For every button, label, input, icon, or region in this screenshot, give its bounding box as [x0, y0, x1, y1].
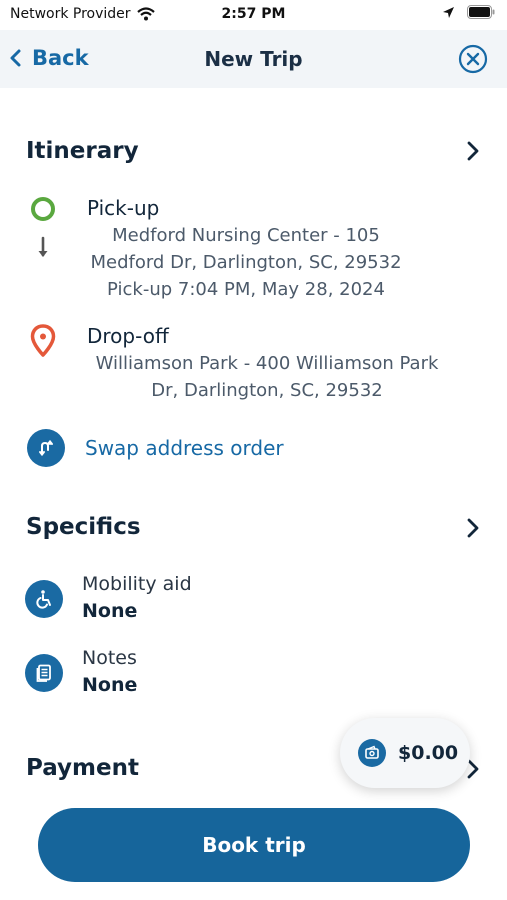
location-arrow-icon	[443, 6, 454, 18]
specifics-chevron[interactable]	[466, 517, 480, 543]
price-icon-badge	[358, 739, 386, 767]
chevron-right-icon	[467, 141, 479, 161]
status-right	[442, 5, 495, 19]
mobility-aid-value: None	[82, 600, 138, 622]
pickup-ring-icon	[31, 197, 55, 221]
swap-button[interactable]	[27, 429, 65, 467]
close-circle-icon	[458, 44, 488, 74]
chevron-right-icon	[467, 518, 479, 538]
pickup-label: Pick-up	[87, 196, 160, 220]
payment-title: Payment	[26, 755, 139, 781]
swap-icon	[39, 439, 53, 457]
dropoff-address-line2: Dr, Darlington, SC, 29532	[151, 380, 383, 401]
dropoff-address-line1: Williamson Park - 400 Williamson Park	[95, 353, 439, 374]
itinerary-title: Itinerary	[26, 138, 139, 164]
pickup-time: Pick-up 7:04 PM, May 28, 2024	[107, 279, 385, 300]
wallet-icon	[365, 745, 379, 759]
status-time: 2:57 PM	[221, 6, 286, 22]
notes-label: Notes	[82, 647, 137, 669]
notes-icon-badge	[25, 654, 63, 692]
dropoff-pin-icon	[30, 324, 56, 357]
specifics-title: Specifics	[26, 514, 141, 540]
book-trip-button[interactable]: Book trip	[38, 808, 470, 882]
pickup-address-line2: Medford Dr, Darlington, SC, 29532	[90, 252, 402, 273]
notes-icon	[36, 664, 51, 682]
price-summary[interactable]: $0.00	[340, 718, 470, 788]
mobility-icon-badge	[25, 580, 63, 618]
itinerary-chevron[interactable]	[466, 140, 480, 166]
battery-icon	[467, 5, 495, 19]
pickup-address-line1: Medford Nursing Center - 105	[112, 225, 380, 246]
nav-bar: Back New Trip	[0, 30, 507, 88]
status-bar: Network Provider 2:57 PM	[0, 0, 507, 30]
page-title: New Trip	[204, 47, 303, 71]
mobility-aid-label: Mobility aid	[82, 573, 192, 595]
price-value: $0.00	[398, 742, 459, 764]
dropoff-label: Drop-off	[87, 324, 169, 348]
swap-address-link[interactable]: Swap address order	[85, 436, 284, 460]
notes-value: None	[82, 674, 138, 696]
wheelchair-icon	[36, 590, 51, 609]
close-button[interactable]	[458, 44, 488, 78]
